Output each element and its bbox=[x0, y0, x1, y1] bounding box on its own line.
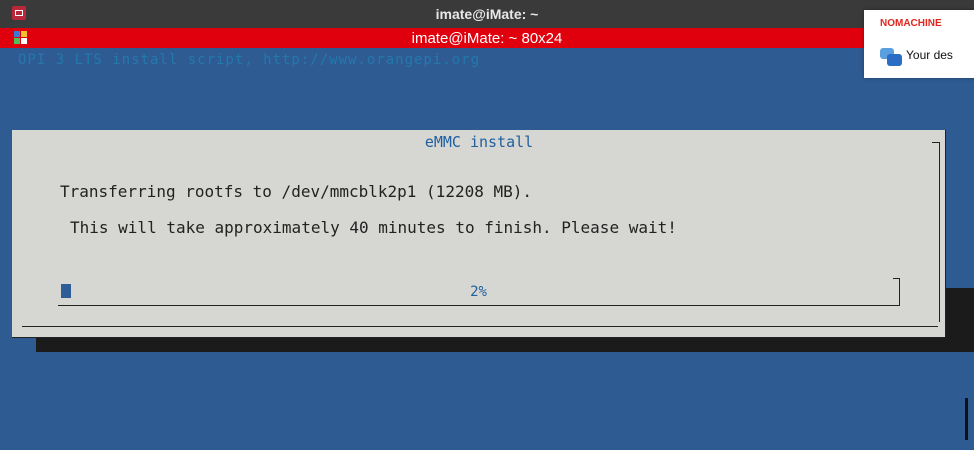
status-line-wait: This will take approximately 40 minutes … bbox=[70, 218, 677, 237]
inner-titlebar[interactable]: imate@iMate: ~ 80x24 bbox=[0, 28, 974, 48]
scrollbar[interactable] bbox=[965, 398, 968, 440]
terminal-area[interactable]: OPI 3 LTS install script, http://www.ora… bbox=[0, 48, 974, 450]
notification-brand: NOMACHINE bbox=[880, 18, 942, 29]
notification-message: Your des bbox=[906, 48, 953, 62]
frame-bottom-line bbox=[22, 326, 938, 327]
outer-window-title: imate@iMate: ~ bbox=[435, 6, 539, 22]
progress-bar: 2% bbox=[58, 278, 900, 306]
status-line-transfer: Transferring rootfs to /dev/mmcblk2p1 (1… bbox=[60, 182, 533, 201]
dialog-title: eMMC install bbox=[424, 133, 534, 151]
inner-window-title: imate@iMate: ~ 80x24 bbox=[411, 30, 563, 47]
outer-titlebar[interactable]: imate@iMate: ~ bbox=[0, 0, 974, 29]
install-dialog: eMMC install Transferring rootfs to /dev… bbox=[12, 130, 946, 338]
progress-label: 2% bbox=[470, 284, 487, 300]
nomachine-notification[interactable]: NOMACHINE Your des bbox=[864, 10, 974, 78]
chat-bubbles-icon bbox=[880, 48, 902, 66]
frame-corner bbox=[932, 142, 940, 322]
backtitle: OPI 3 LTS install script, http://www.ora… bbox=[18, 52, 481, 68]
